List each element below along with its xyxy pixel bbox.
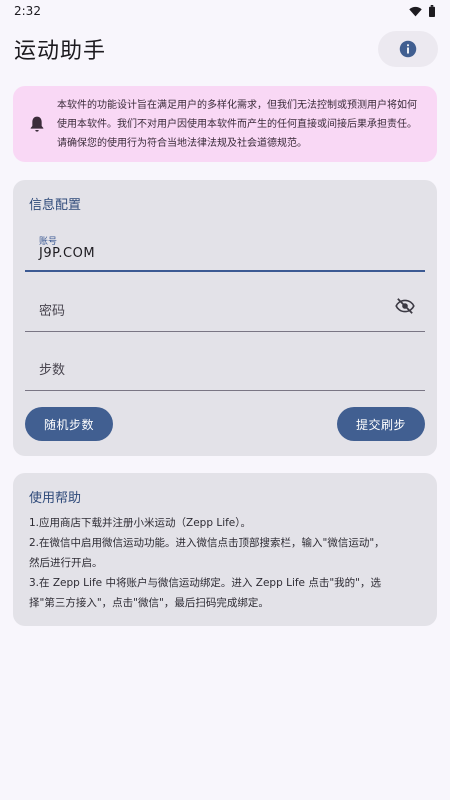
- config-title: 信息配置: [29, 198, 82, 213]
- help-step-2-cont: 然后进行开启。: [29, 557, 103, 569]
- help-step-1: 1.应用商店下载并注册小米运动（Zepp Life）。: [29, 517, 252, 529]
- steps-field[interactable]: 步数: [25, 345, 425, 391]
- info-button[interactable]: [378, 31, 438, 67]
- wifi-icon: [409, 6, 422, 16]
- page-title: 运动助手: [14, 39, 107, 64]
- password-field[interactable]: 密码: [25, 286, 425, 332]
- status-time: 2:32: [14, 4, 41, 18]
- help-step-3: 3.在 Zepp Life 中将账户与微信运动绑定。进入 Zepp Life 点…: [29, 577, 382, 589]
- account-input[interactable]: J9P.COM: [39, 246, 95, 261]
- bell-icon: [27, 115, 47, 133]
- status-icons: [409, 5, 436, 17]
- disclaimer-notice: 本软件的功能设计旨在满足用户的多样化需求，但我们无法控制或预测用户将如何使用本软…: [13, 86, 437, 162]
- eye-off-icon[interactable]: [395, 298, 415, 318]
- help-step-2: 2.在微信中启用微信运动功能。进入微信点击顶部搜索栏，输入"微信运动"，: [29, 537, 385, 549]
- account-field[interactable]: 账号 J9P.COM: [25, 226, 425, 272]
- notice-text: 本软件的功能设计旨在满足用户的多样化需求，但我们无法控制或预测用户将如何使用本软…: [57, 99, 417, 149]
- password-input[interactable]: 密码: [39, 300, 65, 319]
- steps-input[interactable]: 步数: [39, 359, 65, 378]
- help-title: 使用帮助: [29, 491, 82, 506]
- status-bar: 2:32: [0, 0, 450, 22]
- submit-steps-button[interactable]: 提交刷步: [337, 407, 425, 441]
- app-header: 运动助手: [0, 24, 450, 74]
- battery-icon: [429, 5, 435, 17]
- info-icon: [399, 40, 417, 58]
- random-steps-button[interactable]: 随机步数: [25, 407, 113, 441]
- help-step-3-cont: 择"第三方接入"，点击"微信"，最后扫码完成绑定。: [29, 597, 269, 609]
- config-card: 信息配置 账号 J9P.COM 密码 步数 随机步数 提交刷步: [13, 180, 437, 456]
- help-card: 使用帮助 1.应用商店下载并注册小米运动（Zepp Life）。 2.在微信中启…: [13, 473, 437, 626]
